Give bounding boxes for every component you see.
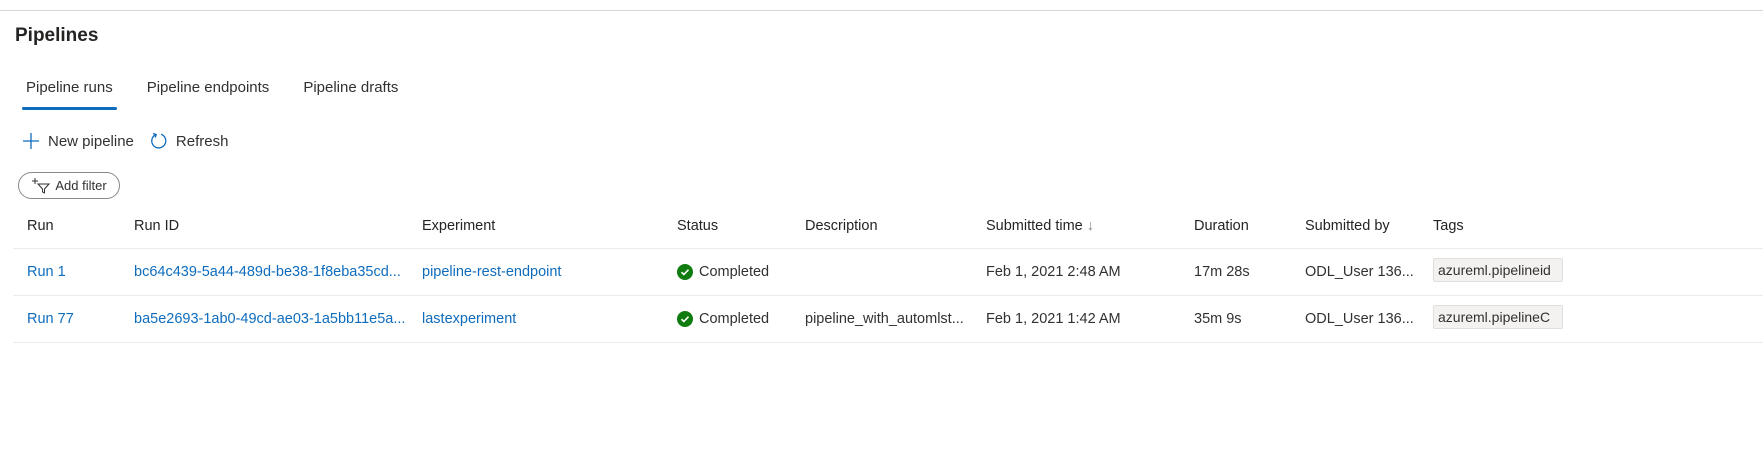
- tab-pipeline-drafts[interactable]: Pipeline drafts: [293, 78, 408, 110]
- column-header-tags[interactable]: Tags: [1419, 204, 1763, 249]
- run-link[interactable]: Run 1: [27, 264, 66, 280]
- submitted-by-cell: ODL_User 136...: [1291, 248, 1419, 296]
- refresh-button[interactable]: Refresh: [150, 132, 229, 150]
- tag-chip: azureml.pipelineC: [1433, 305, 1563, 329]
- submitted-by-cell: ODL_User 136...: [1291, 295, 1419, 343]
- run-id-link[interactable]: ba5e2693-1ab0-49cd-ae03-1a5bb11e5a...: [134, 311, 405, 327]
- pipeline-runs-table: Run Run ID Experiment Status Description…: [13, 204, 1763, 343]
- tab-list: Pipeline runs Pipeline endpoints Pipelin…: [16, 78, 422, 110]
- check-circle-icon: [677, 264, 693, 280]
- column-header-experiment[interactable]: Experiment: [408, 204, 663, 249]
- check-circle-icon: [677, 311, 693, 327]
- duration-cell: 17m 28s: [1180, 248, 1291, 296]
- table-header-row: Run Run ID Experiment Status Description…: [13, 204, 1763, 249]
- column-header-submitted-time[interactable]: Submitted time ↓: [972, 204, 1180, 249]
- new-pipeline-button[interactable]: New pipeline: [22, 132, 134, 150]
- status-badge: Completed: [677, 264, 791, 280]
- experiment-link[interactable]: pipeline-rest-endpoint: [422, 264, 561, 280]
- plus-icon: [23, 133, 39, 149]
- duration-cell: 35m 9s: [1180, 295, 1291, 343]
- status-text: Completed: [699, 311, 770, 327]
- experiment-link[interactable]: lastexperiment: [422, 311, 516, 327]
- run-link[interactable]: Run 77: [27, 311, 74, 327]
- refresh-label: Refresh: [175, 132, 229, 150]
- new-pipeline-label: New pipeline: [48, 132, 134, 150]
- column-header-duration[interactable]: Duration: [1180, 204, 1291, 249]
- top-divider: [0, 10, 1763, 11]
- table-row[interactable]: Run 1 bc64c439-5a44-489d-be38-1f8eba35cd…: [13, 248, 1763, 296]
- refresh-icon: [151, 132, 167, 149]
- toolbar: New pipeline Refresh: [22, 132, 244, 150]
- column-header-status[interactable]: Status: [663, 204, 791, 249]
- tab-pipeline-endpoints[interactable]: Pipeline endpoints: [137, 78, 280, 110]
- column-header-run[interactable]: Run: [13, 204, 120, 249]
- submitted-time-label: Submitted time: [986, 218, 1083, 234]
- run-id-link[interactable]: bc64c439-5a44-489d-be38-1f8eba35cd...: [134, 264, 401, 280]
- status-text: Completed: [699, 264, 770, 280]
- description-cell: [791, 248, 972, 296]
- add-filter-label: Add filter: [55, 178, 107, 193]
- submitted-time-cell: Feb 1, 2021 2:48 AM: [972, 248, 1180, 296]
- tab-pipeline-runs[interactable]: Pipeline runs: [16, 78, 123, 110]
- column-header-description[interactable]: Description: [791, 204, 972, 249]
- description-cell: pipeline_with_automlst...: [791, 295, 972, 343]
- column-header-run-id[interactable]: Run ID: [120, 204, 408, 249]
- column-header-submitted-by[interactable]: Submitted by: [1291, 204, 1419, 249]
- page-title: Pipelines: [15, 25, 99, 46]
- tag-chip: azureml.pipelineid: [1433, 258, 1563, 282]
- add-filter-button[interactable]: Add filter: [18, 172, 120, 199]
- table-row[interactable]: Run 77 ba5e2693-1ab0-49cd-ae03-1a5bb11e5…: [13, 295, 1763, 343]
- submitted-time-cell: Feb 1, 2021 1:42 AM: [972, 295, 1180, 343]
- status-badge: Completed: [677, 311, 791, 327]
- add-filter-icon: [32, 177, 51, 194]
- sort-descending-icon: ↓: [1086, 218, 1094, 234]
